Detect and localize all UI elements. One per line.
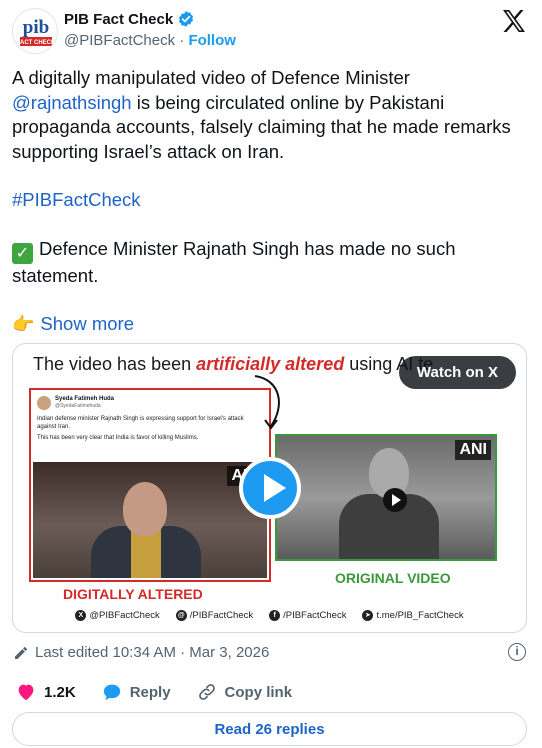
copy-link-button[interactable]: Copy link bbox=[197, 682, 293, 702]
x-icon: X bbox=[75, 610, 87, 621]
link-icon bbox=[198, 684, 215, 700]
show-more-link[interactable]: Show more bbox=[40, 313, 134, 334]
statement-text: Defence Minister Rajnath Singh has made … bbox=[12, 237, 456, 286]
like-button[interactable]: 1.2K bbox=[16, 683, 76, 701]
tweet-text-intro: A digitally manipulated video of Defence… bbox=[12, 67, 410, 88]
handle-row: @PIBFactCheck · Follow bbox=[64, 32, 236, 49]
poster-line-2: This has been very clear that India is f… bbox=[37, 435, 199, 441]
video-media-card[interactable]: The video has been artificially altered … bbox=[12, 343, 527, 633]
avatar-text-top: pib bbox=[23, 17, 49, 38]
tweet-actions: 1.2K Reply Copy link bbox=[16, 682, 318, 702]
x-logo-icon[interactable] bbox=[502, 10, 526, 32]
headline-emphasis: artificially altered bbox=[196, 354, 345, 374]
mention-link[interactable]: @rajnathsingh bbox=[12, 92, 132, 113]
handle-telegram: ➤ t.me/PIB_FactCheck bbox=[362, 610, 464, 621]
follow-button[interactable]: Follow bbox=[188, 32, 236, 49]
heart-icon bbox=[18, 684, 34, 701]
tweet-header: pib FACT CHECK PIB Fact Check @PIBFactCh… bbox=[12, 8, 530, 54]
curved-arrow-icon bbox=[254, 375, 280, 430]
avatar-text-bottom: FACT CHECK bbox=[17, 40, 56, 46]
like-count: 1.2K bbox=[44, 683, 76, 701]
copy-link-label: Copy link bbox=[224, 683, 293, 701]
user-handle[interactable]: @PIBFactCheck bbox=[64, 32, 175, 49]
original-video-frame: ANI bbox=[275, 434, 497, 561]
reply-bubble-icon bbox=[103, 684, 120, 701]
handle-x: X @PIBFactCheck bbox=[75, 610, 160, 621]
separator-dot: · bbox=[179, 32, 185, 49]
tweet-paragraph-3: ✓ Defence Minister Rajnath Singh has made… bbox=[12, 237, 526, 289]
tweet-paragraph-1: A digitally manipulated video of Defence… bbox=[12, 66, 526, 164]
original-video-label: ORIGINAL VIDEO bbox=[335, 570, 451, 586]
reply-button[interactable]: Reply bbox=[102, 683, 171, 701]
altered-video-still: ANI bbox=[33, 462, 267, 578]
reply-label: Reply bbox=[129, 683, 171, 701]
speaker-head bbox=[123, 482, 167, 536]
handle-threads: @/PIBFactCheck bbox=[175, 610, 254, 621]
check-mark-icon: ✓ bbox=[12, 242, 33, 264]
handle-telegram-text: t.me/PIB_FactCheck bbox=[376, 610, 464, 621]
fake-post-screenshot: Syeda Fatimeh Huda @SyedaFatimehuda Indi… bbox=[35, 394, 265, 464]
digitally-altered-label: DIGITALLY ALTERED bbox=[63, 586, 203, 602]
poster-handle: @SyedaFatimehuda bbox=[55, 403, 101, 409]
social-handles-bar: X @PIBFactCheck @/PIBFactCheck f/PIBFactC… bbox=[13, 610, 526, 621]
tweet-body: A digitally manipulated video of Defence… bbox=[12, 66, 526, 337]
altered-video-frame: Syeda Fatimeh Huda @SyedaFatimehuda Indi… bbox=[29, 388, 271, 582]
avatar[interactable]: pib FACT CHECK bbox=[12, 8, 58, 54]
small-play-icon bbox=[383, 488, 407, 512]
read-replies-button[interactable]: Read 26 replies bbox=[12, 712, 527, 746]
original-ani-watermark: ANI bbox=[455, 440, 491, 460]
poster-name: Syeda Fatimeh Huda bbox=[55, 396, 115, 402]
edited-timestamp[interactable]: Last edited 10:34 AM · Mar 3, 2026 bbox=[35, 644, 269, 661]
name-row: PIB Fact Check bbox=[64, 10, 195, 28]
play-button-icon[interactable] bbox=[239, 457, 301, 519]
watch-on-x-button[interactable]: Watch on X bbox=[398, 356, 516, 389]
info-icon[interactable]: i bbox=[508, 643, 526, 661]
pointing-hand-icon: 👉 bbox=[12, 314, 35, 334]
poster-line-1: Indian defense minister Rajnath Singh is… bbox=[37, 416, 244, 430]
display-name[interactable]: PIB Fact Check bbox=[64, 11, 173, 28]
instagram-threads-icon: @ bbox=[175, 610, 187, 621]
pencil-icon bbox=[15, 646, 27, 659]
hashtag-link[interactable]: #PIBFactCheck bbox=[12, 189, 141, 210]
handle-facebook-text: /PIBFactCheck bbox=[283, 610, 347, 621]
verified-badge-icon bbox=[179, 11, 194, 27]
handle-facebook: f/PIBFactCheck bbox=[269, 610, 346, 621]
edited-timestamp-row: Last edited 10:34 AM · Mar 3, 2026 bbox=[13, 644, 269, 661]
media-headline: The video has been artificially altered … bbox=[33, 354, 433, 375]
headline-prefix: The video has been bbox=[33, 354, 197, 374]
handle-threads-text: /PIBFactCheck bbox=[189, 610, 254, 621]
facebook-icon: f bbox=[269, 610, 281, 621]
poster-avatar bbox=[37, 396, 51, 410]
handle-x-text: @PIBFactCheck bbox=[89, 610, 160, 621]
telegram-icon: ➤ bbox=[362, 610, 374, 621]
pib-logo-icon: pib FACT CHECK bbox=[14, 10, 57, 53]
